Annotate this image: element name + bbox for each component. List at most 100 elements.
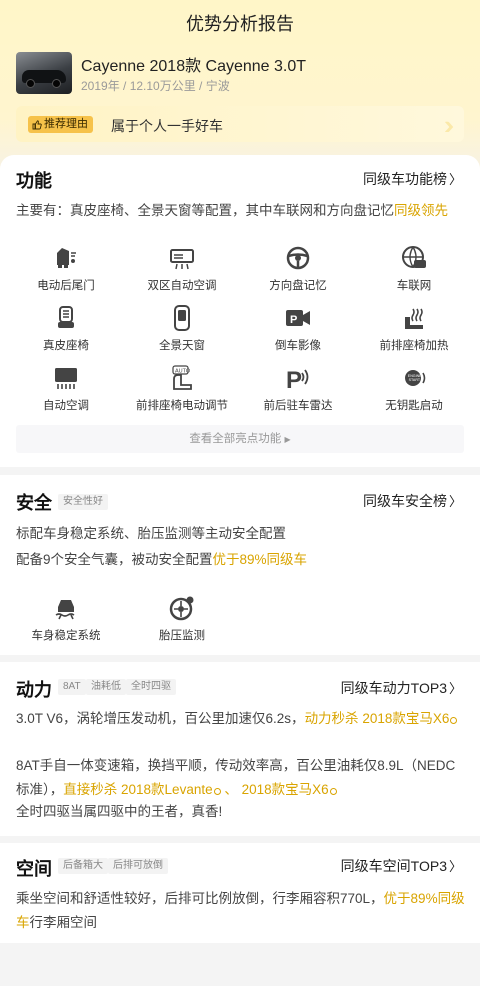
space-section: 空间 后备箱大 后排可放倒 同级车空间TOP3 〉 乘坐空间和舒适性较好，后排可比…: [0, 843, 480, 943]
safety-line-1: 标配车身稳定系统、胎压监测等主动安全配置: [16, 526, 286, 541]
power-line-2: 8AT手自一体变速箱，换挡平顺，传动效率高，百公里油耗仅8.9L（NEDC标准）…: [16, 754, 466, 802]
safety-rank-label: 同级车安全榜: [362, 493, 447, 509]
chevron-right-icon: 〉: [448, 494, 462, 509]
power-line-3: 全时四驱当属四驱中的王者，真香!: [16, 804, 223, 819]
safety-feature-item[interactable]: 车身稳定系统: [11, 595, 121, 643]
feature-item[interactable]: 全景天窗: [127, 305, 237, 353]
power-line-2-separator: 、: [224, 782, 238, 797]
svg-text:START: START: [409, 378, 421, 382]
safety-feature-label: 胎压监测: [159, 630, 205, 642]
stability-control-icon: [55, 600, 75, 620]
chevron-right-icon: 〉: [448, 859, 462, 874]
parking-radar-icon: P: [286, 367, 309, 391]
chevrons-decoration-icon: ›››: [444, 110, 454, 140]
function-rank-label: 同级车功能榜: [362, 171, 447, 187]
reverse-camera-icon: P: [286, 310, 310, 326]
power-tag: 8AT: [58, 679, 86, 695]
seat-heating-icon: [405, 308, 423, 329]
compare-link[interactable]: 2018款Levante: [121, 782, 221, 797]
safety-line-2-text: 配备9个安全气囊，被动安全配置: [16, 552, 213, 567]
view-all-features-button[interactable]: 查看全部亮点功能 ▶: [16, 425, 464, 453]
space-rank-link[interactable]: 同级车空间TOP3 〉: [341, 856, 462, 876]
keyless-start-icon: ENGINESTART: [405, 370, 426, 386]
search-icon: [329, 788, 337, 795]
car-meta: 2019年 / 12.10万公里 / 宁波: [81, 79, 230, 93]
chevron-right-icon: 〉: [448, 681, 462, 696]
recommend-reason: 推荐理由 属于个人一手好车 ›››: [16, 106, 464, 142]
feature-item[interactable]: P 前后驻车雷达: [243, 365, 353, 413]
power-tag: 油耗低: [86, 679, 126, 695]
power-line-2-highlight: 直接秒杀: [63, 782, 118, 797]
space-summary-text: 乘坐空间和舒适性较好，后排可比例放倒，行李厢容积770L，: [16, 891, 384, 906]
auto-ac-icon: [55, 368, 77, 389]
panoramic-sunroof-icon: [174, 305, 190, 331]
leather-seat-icon: [58, 306, 74, 328]
feature-label: 无钥匙启动: [385, 400, 443, 412]
view-all-features-label: 查看全部亮点功能: [189, 433, 282, 445]
power-seat-icon: AUTO: [172, 365, 192, 390]
safety-rank-link[interactable]: 同级车安全榜〉: [363, 491, 462, 511]
function-section: 功能 同级车功能榜〉 主要有：真皮座椅、全景天窗等配置，其中车联网和方向盘记忆同…: [0, 155, 480, 467]
safety-tag: 安全性好: [58, 494, 108, 510]
space-summary: 乘坐空间和舒适性较好，后排可比例放倒，行李厢容积770L，优于89%同级车行李厢…: [16, 887, 466, 935]
report-header: 优势分析报告 Cayenne 2018款 Cayenne 3.0T 2019年 …: [0, 0, 480, 170]
power-tag: 全时四驱: [126, 679, 176, 695]
search-icon: [450, 717, 458, 724]
function-summary: 主要有：真皮座椅、全景天窗等配置，其中车联网和方向盘记忆同级领先: [16, 199, 466, 223]
power-line-1-highlight: 动力秒杀: [304, 711, 359, 726]
feature-label: 双区自动空调: [147, 280, 217, 292]
feature-item[interactable]: 前排座椅加热: [359, 305, 469, 353]
chevron-right-icon: 〉: [448, 172, 462, 187]
space-rank-label: 同级车空间TOP3: [340, 858, 447, 874]
dual-zone-ac-icon: [170, 249, 194, 270]
feature-item[interactable]: AUTO 前排座椅电动调节: [127, 365, 237, 413]
svg-text:P: P: [286, 367, 302, 391]
power-section: 动力 8AT 油耗低 全时四驱 同级车动力TOP3 〉 3.0T V6，涡轮增压发…: [0, 662, 480, 836]
feature-label: 全景天窗: [159, 340, 205, 352]
tailgate-icon: [57, 248, 76, 268]
feature-label: 车联网: [396, 280, 432, 292]
safety-feature-label: 车身稳定系统: [31, 630, 101, 642]
feature-item[interactable]: 车联网: [359, 245, 469, 293]
recommend-reason-text: 属于个人一手好车: [111, 118, 223, 134]
feature-label: 真皮座椅: [43, 340, 89, 352]
feature-label: 方向盘记忆: [269, 280, 327, 292]
feature-item[interactable]: ENGINE START 无钥匙启动: [359, 365, 469, 413]
car-name[interactable]: Cayenne 2018款 Cayenne 3.0T: [81, 52, 306, 76]
feature-label: 前后驻车雷达: [263, 400, 333, 412]
caret-right-icon: ▶: [284, 435, 291, 444]
tire-pressure-icon: [169, 596, 194, 621]
svg-text:AUTO: AUTO: [175, 369, 191, 375]
power-rank-link[interactable]: 同级车动力TOP3 〉: [341, 678, 462, 698]
feature-item[interactable]: 方向盘记忆: [243, 245, 353, 293]
power-title: 动力: [16, 680, 52, 700]
safety-line-2: 配备9个安全气囊，被动安全配置优于89%同级车: [16, 548, 466, 572]
function-summary-text: 主要有：真皮座椅、全景天窗等配置，其中车联网和方向盘记忆: [16, 203, 394, 218]
feature-label: 倒车影像: [275, 340, 321, 352]
function-rank-link[interactable]: 同级车功能榜〉: [363, 169, 462, 189]
compare-link-label: 2018款宝马X6: [362, 711, 450, 726]
feature-item[interactable]: P 倒车影像: [243, 305, 353, 353]
compare-link[interactable]: 2018款宝马X6: [362, 711, 458, 726]
power-rank-label: 同级车动力TOP3: [340, 680, 447, 696]
svg-text:P: P: [290, 314, 297, 326]
space-summary-suffix: 行李厢空间: [29, 915, 98, 930]
safety-section: 安全 安全性好 同级车安全榜〉 标配车身稳定系统、胎压监测等主动安全配置 配备9…: [0, 475, 480, 655]
safety-feature-item[interactable]: 胎压监测: [127, 595, 237, 643]
power-line-1: 3.0T V6，涡轮增压发动机，百公里加速仅6.2s，动力秒杀 2018款宝马X…: [16, 707, 466, 731]
function-summary-highlight: 同级领先: [394, 203, 448, 218]
space-tag: 后备箱大: [58, 858, 108, 874]
feature-label: 前排座椅电动调节: [136, 400, 228, 412]
feature-label: 自动空调: [43, 400, 89, 412]
thumbs-up-icon: [32, 119, 42, 129]
feature-item[interactable]: 电动后尾门: [11, 245, 121, 293]
compare-link[interactable]: 2018款宝马X6: [242, 782, 337, 797]
safety-title: 安全: [16, 493, 52, 513]
feature-item[interactable]: 真皮座椅: [11, 305, 121, 353]
feature-item[interactable]: 自动空调: [11, 365, 121, 413]
search-icon: [213, 788, 221, 795]
feature-label: 电动后尾门: [37, 280, 95, 292]
feature-item[interactable]: 双区自动空调: [127, 245, 237, 293]
compare-link-label: 2018款Levante: [121, 782, 213, 797]
car-thumbnail[interactable]: [16, 52, 72, 94]
